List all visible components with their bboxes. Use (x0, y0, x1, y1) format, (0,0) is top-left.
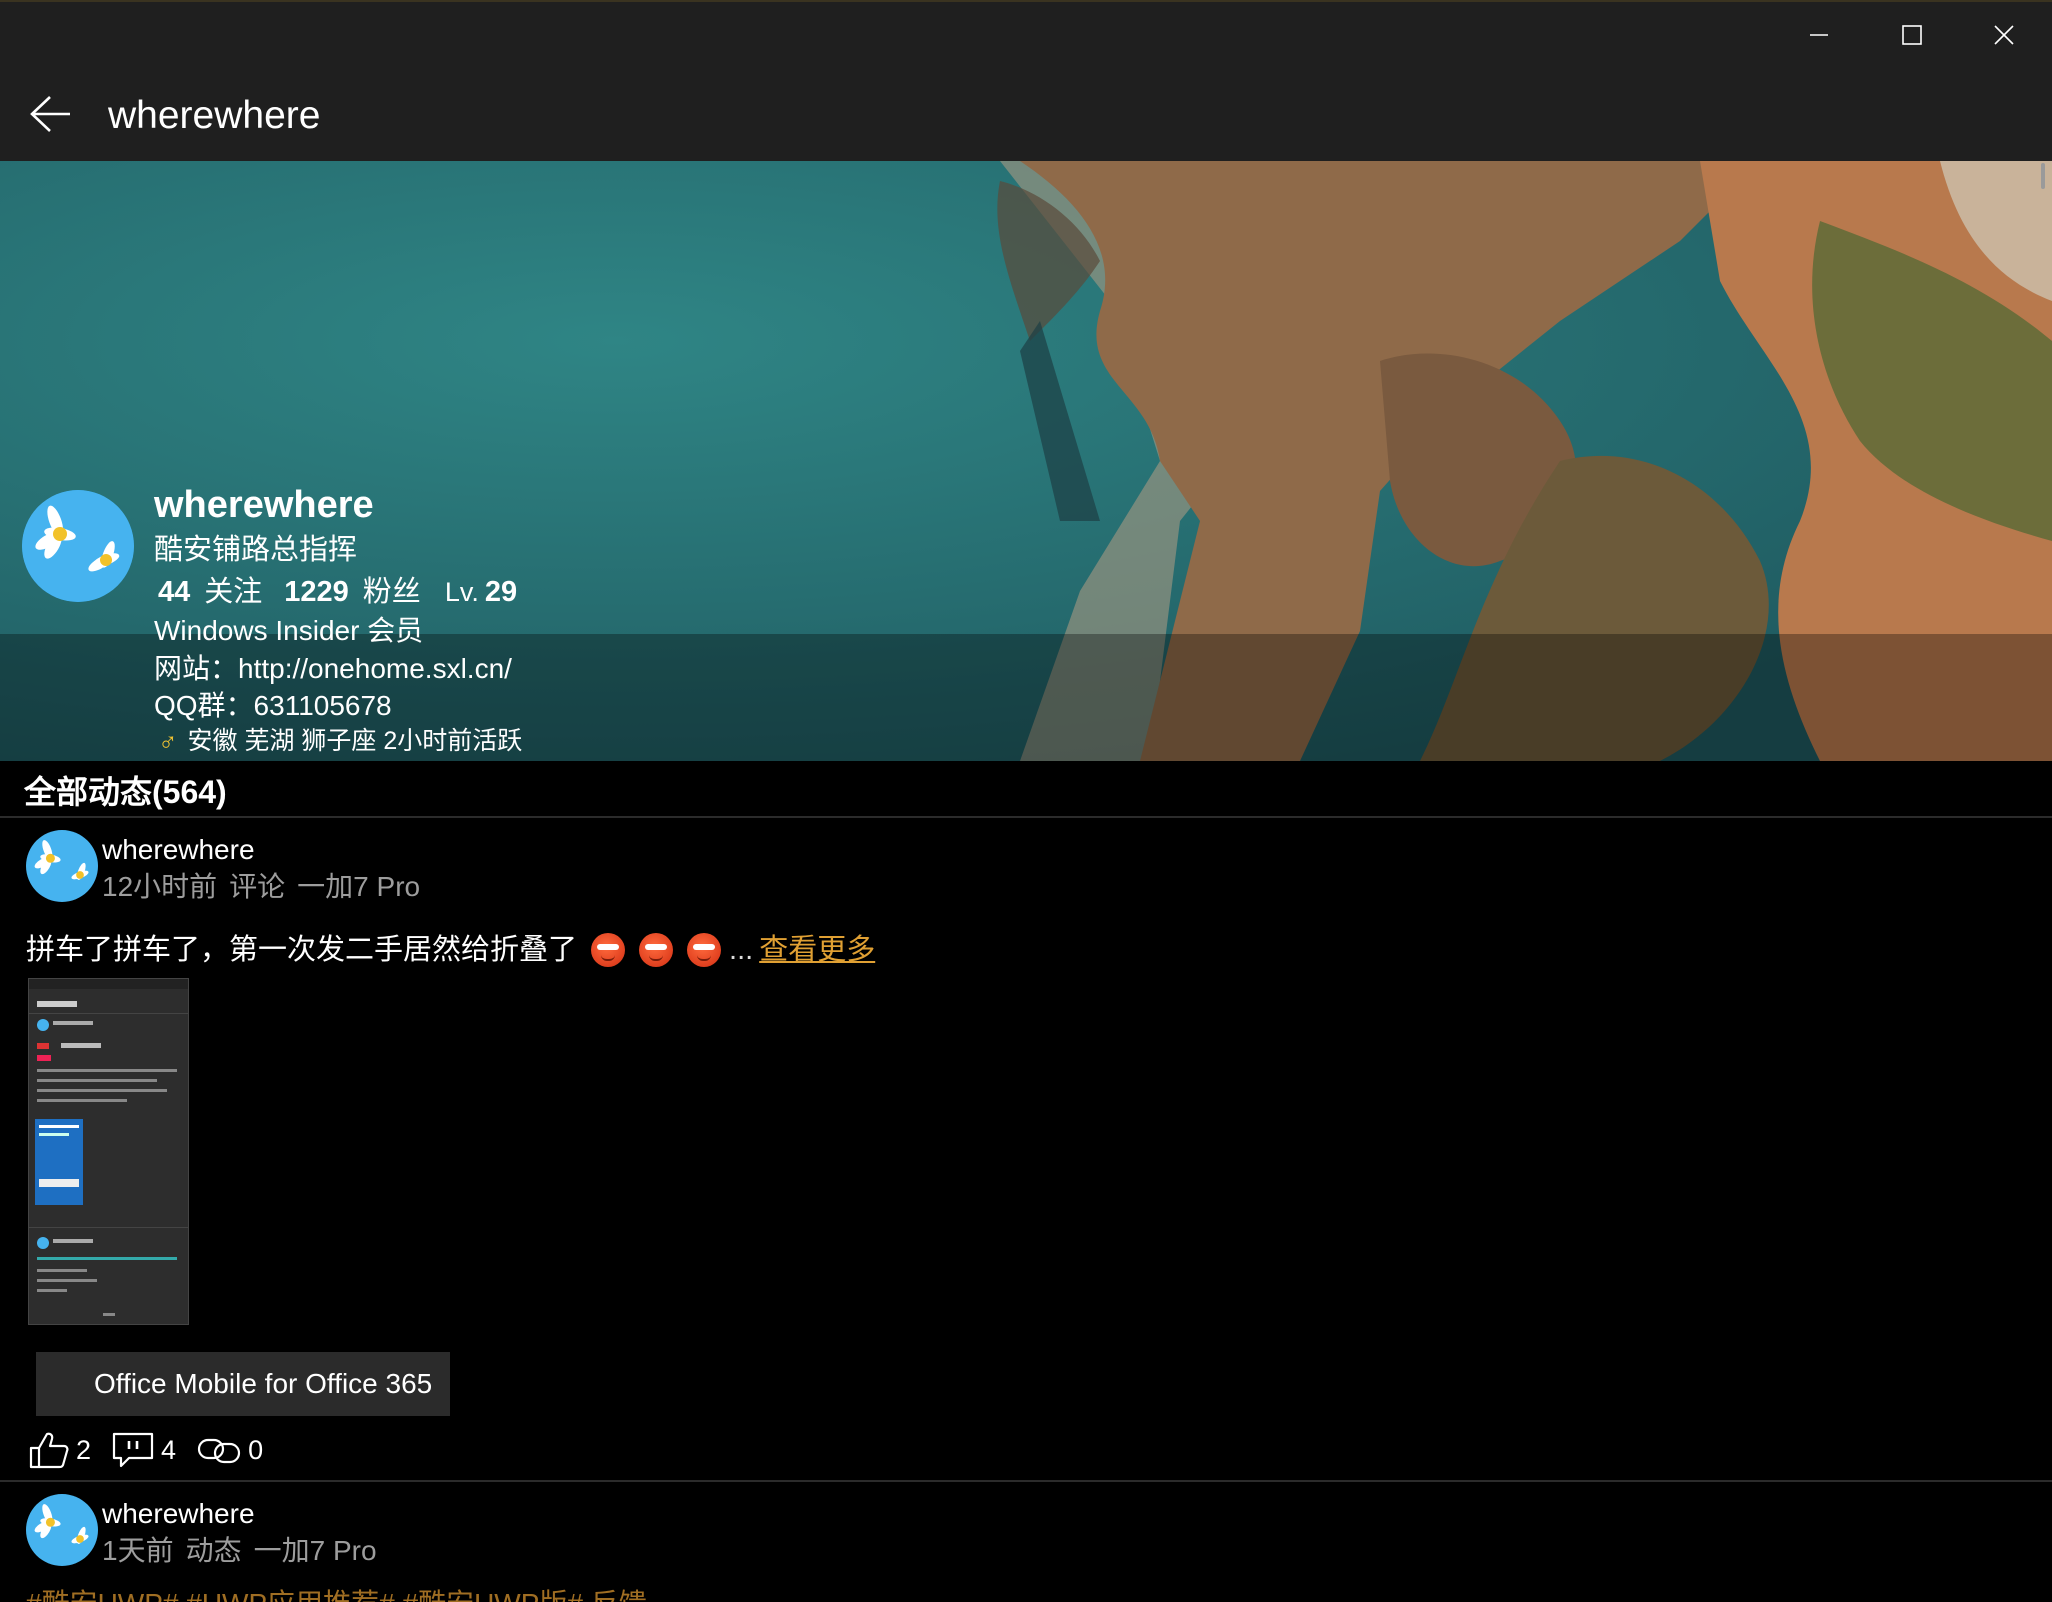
post-type: 动态 (185, 1535, 242, 1566)
daisy-avatar-image (26, 830, 98, 902)
back-arrow-icon (30, 96, 70, 132)
post-username[interactable]: wherewhere (102, 832, 255, 868)
bio-line-qq-group: QQ群：631105678 (154, 690, 392, 721)
share-button[interactable]: 0 (196, 1432, 263, 1468)
post-device: 一加7 Pro (253, 1535, 377, 1566)
comment-count: 4 (161, 1434, 177, 1465)
see-more-link[interactable]: 查看更多 (759, 930, 875, 970)
back-button[interactable] (22, 88, 78, 140)
page-title: wherewhere (108, 94, 321, 137)
sly-face-emoji-icon (639, 933, 674, 967)
like-button[interactable]: 2 (28, 1430, 91, 1470)
thumbs-up-icon (29, 1432, 69, 1469)
divider (0, 816, 2052, 818)
app-chip[interactable]: Office Mobile for Office 365 (36, 1352, 450, 1416)
bio-line-website[interactable]: 网站：http://onehome.sxl.cn/ (154, 650, 512, 688)
follow-count[interactable]: 44 (158, 572, 190, 612)
comment-icon (112, 1432, 154, 1468)
follow-label[interactable]: 关注 (204, 572, 262, 612)
post-meta: 12小时前 评论 一加7 Pro (102, 868, 432, 906)
bio-line-membership: Windows Insider 会员 (154, 615, 424, 646)
profile-avatar[interactable] (22, 490, 134, 602)
profile-meta: ♂ 安徽 芜湖 狮子座 2小时前活跃 (158, 724, 522, 758)
post-type: 评论 (229, 871, 286, 902)
daisy-avatar-image (22, 490, 134, 602)
daisy-avatar-image (26, 1494, 98, 1566)
level-value: 29 (484, 576, 518, 608)
minimize-icon (1810, 34, 1828, 36)
post-content[interactable]: 拼车了拼车了，第一次发二手居然给折叠了 ... 查看更多 (26, 930, 875, 970)
post-avatar[interactable] (26, 1494, 98, 1566)
post-device: 一加7 Pro (297, 871, 421, 902)
post-image-thumbnail[interactable] (28, 978, 189, 1325)
like-count: 2 (76, 1434, 92, 1465)
post-actions: 2 4 0 (28, 1430, 283, 1470)
ellipsis: ... (729, 934, 754, 966)
profile-name: wherewhere (154, 484, 374, 526)
fans-label[interactable]: 粉丝 (363, 572, 421, 612)
post-time: 12小时前 (102, 871, 218, 902)
post-time: 1天前 (102, 1535, 174, 1566)
post-username[interactable]: wherewhere (102, 1496, 255, 1532)
maximize-button[interactable] (1866, 2, 1958, 68)
sly-face-emoji-icon (591, 933, 626, 967)
post-tags[interactable]: #酷安UWP# #UWP应用推荐# #酷安UWP版# 反馈 (26, 1586, 647, 1602)
profile-subtitle: 酷安铺路总指挥 (154, 534, 358, 566)
feed-header: 全部动态(564) (24, 774, 227, 810)
comment-button[interactable]: 4 (111, 1430, 176, 1470)
maximize-icon (1902, 25, 1922, 45)
close-icon (1994, 25, 2014, 45)
app-chip-label: Office Mobile for Office 365 (94, 1368, 433, 1399)
level-label: Lv. (444, 577, 479, 607)
scrollbar-thumb[interactable] (2041, 163, 2045, 189)
close-button[interactable] (1958, 2, 2050, 68)
post-avatar[interactable] (26, 830, 98, 902)
post-text: 拼车了拼车了，第一次发二手居然给折叠了 (26, 934, 578, 966)
location-activity: 安徽 芜湖 狮子座 2小时前活跃 (187, 727, 523, 755)
male-icon: ♂ (158, 726, 178, 756)
divider (0, 1480, 2052, 1482)
fans-count[interactable]: 1229 (284, 572, 349, 612)
link-icon (197, 1438, 241, 1464)
post-meta: 1天前 动态 一加7 Pro (102, 1532, 389, 1570)
sly-face-emoji-icon (687, 933, 722, 967)
profile-stats: 44 关注 1229 粉丝 Lv. 29 (158, 572, 517, 612)
screenshot-thumbnail-image (29, 979, 188, 1324)
title-bar: wherewhere (0, 0, 2052, 161)
share-count: 0 (248, 1434, 264, 1465)
minimize-button[interactable] (1773, 2, 1865, 68)
